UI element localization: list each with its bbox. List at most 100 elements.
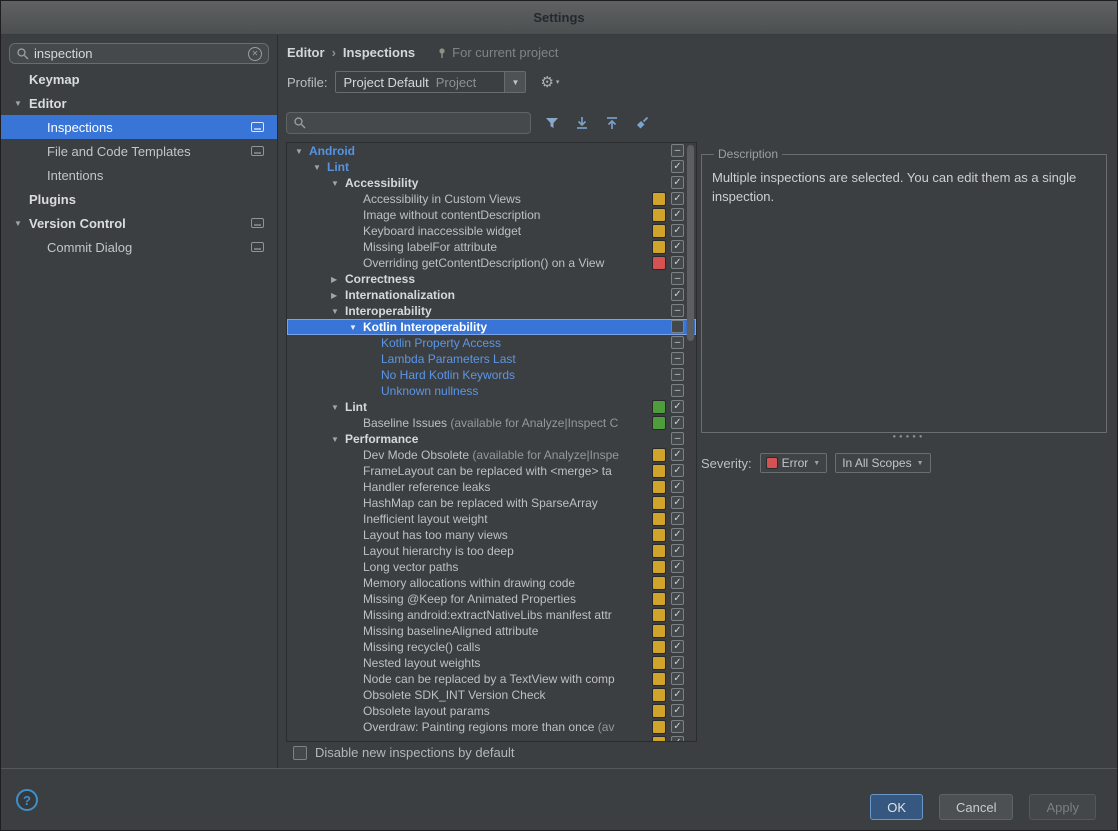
- inspection-checkbox[interactable]: ✓: [671, 400, 684, 413]
- tree-row-item[interactable]: ✓: [287, 735, 696, 741]
- tree-row-kotlin-property-access[interactable]: Kotlin Property Access –: [287, 335, 696, 351]
- scrollbar-thumb[interactable]: [687, 145, 694, 341]
- sidebar-item-file-and-code-templates[interactable]: File and Code Templates: [1, 139, 277, 163]
- inspection-checkbox[interactable]: ✓: [671, 640, 684, 653]
- tree-row-performance[interactable]: ▼ Performance –: [287, 431, 696, 447]
- inspection-checkbox[interactable]: ✓: [671, 176, 684, 189]
- chevron-down-icon[interactable]: ▼: [295, 147, 307, 156]
- inspection-checkbox[interactable]: ✓: [671, 416, 684, 429]
- tree-row-nested-layout-weights[interactable]: Nested layout weights ✓: [287, 655, 696, 671]
- tree-row-inefficient-layout-weight[interactable]: Inefficient layout weight ✓: [287, 511, 696, 527]
- tree-row-baseline-issues[interactable]: Baseline Issues (available for Analyze|I…: [287, 415, 696, 431]
- sidebar-item-editor[interactable]: ▼ Editor: [1, 91, 277, 115]
- tree-row-long-vector-paths[interactable]: Long vector paths ✓: [287, 559, 696, 575]
- tree-row-obsolete-layout-params[interactable]: Obsolete layout params ✓: [287, 703, 696, 719]
- sidebar-item-inspections[interactable]: Inspections: [1, 115, 277, 139]
- tree-row-lint[interactable]: ▼ Lint ✓: [287, 399, 696, 415]
- inspection-checkbox[interactable]: ✓: [671, 672, 684, 685]
- sidebar-search-box[interactable]: ✕: [9, 43, 269, 64]
- collapse-all-button[interactable]: [603, 114, 621, 132]
- splitter-handle[interactable]: ●●●●●: [879, 434, 939, 440]
- chevron-right-icon[interactable]: ▶: [331, 275, 343, 284]
- tree-row-image-without-contentdescription[interactable]: Image without contentDescription ✓: [287, 207, 696, 223]
- tree-row-handler-reference-leaks[interactable]: Handler reference leaks ✓: [287, 479, 696, 495]
- inspection-checkbox[interactable]: ✓: [671, 448, 684, 461]
- inspection-checkbox[interactable]: ✓: [671, 528, 684, 541]
- title-bar[interactable]: Settings: [1, 1, 1117, 35]
- inspection-checkbox[interactable]: ✓: [671, 480, 684, 493]
- inspection-checkbox[interactable]: ✓: [671, 560, 684, 573]
- tree-row-overdraw-painting-regions-more-than-once[interactable]: Overdraw: Painting regions more than onc…: [287, 719, 696, 735]
- tree-row-interoperability[interactable]: ▼ Interoperability –: [287, 303, 696, 319]
- tree-row-dev-mode-obsolete[interactable]: Dev Mode Obsolete (available for Analyze…: [287, 447, 696, 463]
- inspection-checkbox[interactable]: –: [671, 144, 684, 157]
- inspection-checkbox[interactable]: ✓: [671, 656, 684, 669]
- ok-button[interactable]: OK: [870, 794, 923, 820]
- inspection-checkbox[interactable]: ✓: [671, 576, 684, 589]
- tree-row-framelayout-can-be-replaced-with-merge-ta[interactable]: FrameLayout can be replaced with <merge>…: [287, 463, 696, 479]
- inspections-search-box[interactable]: [286, 112, 531, 134]
- sidebar-search-input[interactable]: [30, 46, 248, 61]
- inspection-checkbox[interactable]: ✓: [671, 496, 684, 509]
- chevron-down-icon[interactable]: ▼: [331, 307, 343, 316]
- tree-row-android[interactable]: ▼ Android –: [287, 143, 696, 159]
- sidebar-item-plugins[interactable]: Plugins: [1, 187, 277, 211]
- reset-inspections-button[interactable]: [633, 114, 651, 132]
- tree-row-layout-hierarchy-is-too-deep[interactable]: Layout hierarchy is too deep ✓: [287, 543, 696, 559]
- chevron-down-icon[interactable]: ▼: [504, 72, 526, 92]
- profile-combobox[interactable]: Project Default Project ▼: [335, 71, 527, 93]
- inspection-checkbox[interactable]: ✓: [671, 192, 684, 205]
- inspection-checkbox[interactable]: ✓: [671, 224, 684, 237]
- tree-row-accessibility[interactable]: ▼ Accessibility ✓: [287, 175, 696, 191]
- inspection-checkbox[interactable]: –: [671, 432, 684, 445]
- filter-button[interactable]: [543, 114, 561, 132]
- tree-row-unknown-nullness[interactable]: Unknown nullness –: [287, 383, 696, 399]
- inspection-checkbox[interactable]: ✓: [671, 256, 684, 269]
- tree-row-overriding-getcontentdescription-on-a-view[interactable]: Overriding getContentDescription() on a …: [287, 255, 696, 271]
- chevron-right-icon[interactable]: ▶: [331, 291, 343, 300]
- tree-row-missing-labelfor-attribute[interactable]: Missing labelFor attribute ✓: [287, 239, 696, 255]
- inspection-tree[interactable]: ▼ Android – ▼ Lint ✓ ▼ Accessibility ✓ Accessibil…: [286, 142, 697, 742]
- chevron-down-icon[interactable]: ▼: [313, 163, 325, 172]
- cancel-button[interactable]: Cancel: [939, 794, 1014, 820]
- disable-new-inspections-checkbox[interactable]: [293, 745, 307, 760]
- tree-row-lambda-parameters-last[interactable]: Lambda Parameters Last –: [287, 351, 696, 367]
- inspection-checkbox[interactable]: [671, 320, 684, 333]
- sidebar-item-intentions[interactable]: Intentions: [1, 163, 277, 187]
- tree-row-correctness[interactable]: ▶ Correctness –: [287, 271, 696, 287]
- inspection-checkbox[interactable]: ✓: [671, 512, 684, 525]
- sidebar-item-keymap[interactable]: Keymap: [1, 67, 277, 91]
- tree-row-keyboard-inaccessible-widget[interactable]: Keyboard inaccessible widget ✓: [287, 223, 696, 239]
- inspection-checkbox[interactable]: –: [671, 384, 684, 397]
- chevron-down-icon[interactable]: ▼: [331, 435, 343, 444]
- sidebar-item-commit-dialog[interactable]: Commit Dialog: [1, 235, 277, 259]
- tree-row-memory-allocations-within-drawing-code[interactable]: Memory allocations within drawing code ✓: [287, 575, 696, 591]
- help-button[interactable]: ?: [16, 789, 38, 811]
- tree-row-obsolete-sdk-int-version-check[interactable]: Obsolete SDK_INT Version Check ✓: [287, 687, 696, 703]
- inspection-checkbox[interactable]: ✓: [671, 288, 684, 301]
- inspection-checkbox[interactable]: ✓: [671, 624, 684, 637]
- inspection-checkbox[interactable]: ✓: [671, 208, 684, 221]
- tree-row-accessibility-in-custom-views[interactable]: Accessibility in Custom Views ✓: [287, 191, 696, 207]
- tree-row-kotlin-interoperability[interactable]: ▼ Kotlin Interoperability: [287, 319, 696, 335]
- inspection-checkbox[interactable]: –: [671, 352, 684, 365]
- expand-all-button[interactable]: [573, 114, 591, 132]
- profile-actions-button[interactable]: ⚙ ▾: [540, 73, 559, 91]
- tree-row-lint[interactable]: ▼ Lint ✓: [287, 159, 696, 175]
- inspection-checkbox[interactable]: ✓: [671, 240, 684, 253]
- tree-row-missing-recycle-calls[interactable]: Missing recycle() calls ✓: [287, 639, 696, 655]
- inspection-checkbox[interactable]: –: [671, 368, 684, 381]
- inspection-checkbox[interactable]: ✓: [671, 608, 684, 621]
- tree-row-missing-baselinealigned-attribute[interactable]: Missing baselineAligned attribute ✓: [287, 623, 696, 639]
- chevron-down-icon[interactable]: ▼: [331, 403, 343, 412]
- clear-search-icon[interactable]: ✕: [248, 46, 262, 61]
- tree-scrollbar[interactable]: [686, 144, 695, 740]
- tree-row-no-hard-kotlin-keywords[interactable]: No Hard Kotlin Keywords –: [287, 367, 696, 383]
- tree-row-hashmap-can-be-replaced-with-sparsearray[interactable]: HashMap can be replaced with SparseArray…: [287, 495, 696, 511]
- tree-row-missing-keep-for-animated-properties[interactable]: Missing @Keep for Animated Properties ✓: [287, 591, 696, 607]
- inspection-checkbox[interactable]: ✓: [671, 704, 684, 717]
- inspection-checkbox[interactable]: ✓: [671, 464, 684, 477]
- inspection-checkbox[interactable]: ✓: [671, 736, 684, 741]
- tree-row-node-can-be-replaced-by-a-textview-with-comp[interactable]: Node can be replaced by a TextView with …: [287, 671, 696, 687]
- chevron-down-icon[interactable]: ▼: [349, 323, 361, 332]
